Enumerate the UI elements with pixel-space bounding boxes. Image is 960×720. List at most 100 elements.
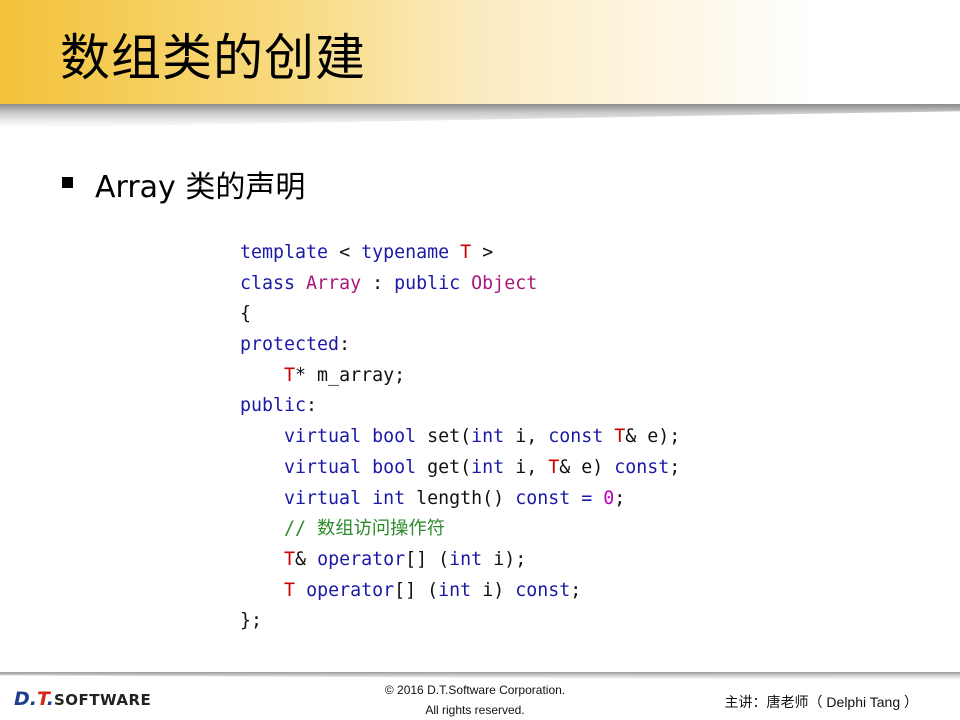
code-token: i); xyxy=(482,548,527,570)
code-line: virtual bool get(int i, T& e) const; xyxy=(240,453,680,484)
code-token: bool xyxy=(372,426,417,448)
code-token: ; xyxy=(614,487,626,509)
code-token: T xyxy=(284,364,296,386)
code-token: length() xyxy=(405,487,516,509)
code-token: : xyxy=(339,334,351,356)
code-token: T xyxy=(284,579,296,601)
code-token: virtual xyxy=(284,426,362,448)
code-token: & xyxy=(295,548,318,570)
code-token: operator xyxy=(306,579,395,601)
code-line: class Array : public Object xyxy=(240,269,680,300)
code-token: operator xyxy=(317,548,406,570)
copyright-notice: © 2016 D.T.Software Corporation. All rig… xyxy=(340,680,610,720)
code-line: template < typename T > xyxy=(240,238,680,269)
code-token: template xyxy=(240,242,329,263)
code-line: }; xyxy=(240,606,680,637)
code-token: ; xyxy=(669,456,681,478)
code-token: i, xyxy=(504,456,549,478)
code-token: const xyxy=(548,426,604,448)
code-token: Object xyxy=(471,272,538,294)
code-line: virtual bool set(int i, const T& e); xyxy=(240,422,680,453)
code-token: > xyxy=(471,242,494,263)
code-token: int xyxy=(471,456,505,478)
code-token: const xyxy=(515,579,571,601)
code-line: T* m_array; xyxy=(240,361,680,392)
code-token: protected xyxy=(240,334,340,356)
code-token: class xyxy=(240,272,296,294)
code-token: virtual xyxy=(284,487,362,509)
code-line: virtual int length() const = 0; xyxy=(240,484,680,515)
code-token: int xyxy=(438,579,472,601)
code-token: // 数组访问操作符 xyxy=(284,518,446,540)
code-token: int xyxy=(372,487,406,509)
slide-title: 数组类的创建 xyxy=(60,29,366,87)
code-line: { xyxy=(240,299,680,330)
code-line: protected: xyxy=(240,330,680,361)
code-token: i, xyxy=(504,426,549,448)
logo-software: SOFTWARE xyxy=(53,691,152,709)
code-line: public: xyxy=(240,391,680,422)
code-token: 0 xyxy=(603,487,615,509)
lecturer-credit: 主讲：唐老师（ Delphi Tang ） xyxy=(724,694,918,710)
logo-dot: . xyxy=(46,688,54,710)
code-token: { xyxy=(240,303,252,325)
code-token: T xyxy=(460,242,472,263)
code-token: [] ( xyxy=(405,548,450,570)
footer-divider xyxy=(0,672,960,680)
code-token: int xyxy=(449,548,483,570)
copyright-line-2: All rights reserved. xyxy=(425,703,525,717)
code-token: [] ( xyxy=(394,579,439,601)
code-token: : xyxy=(306,395,318,417)
code-token: }; xyxy=(240,610,263,632)
code-token: & e); xyxy=(625,426,681,448)
copyright-line-1: © 2016 D.T.Software Corporation. xyxy=(384,683,566,697)
code-token: set( xyxy=(416,426,472,448)
bullet-text: Array 类的声明 xyxy=(95,170,306,205)
code-token: get( xyxy=(416,456,472,478)
code-token: T xyxy=(614,426,626,448)
code-token: const xyxy=(614,456,670,478)
code-line: T& operator[] (int i); xyxy=(240,545,680,576)
code-token: public xyxy=(394,272,461,294)
code-token: virtual xyxy=(284,456,362,478)
code-token: public xyxy=(240,395,307,417)
logo-t: T xyxy=(37,688,47,710)
title-shadow xyxy=(0,104,960,128)
code-block: template < typename T > class Array : pub… xyxy=(240,238,680,637)
dt-software-logo: D.T.SOFTWARE xyxy=(14,688,151,710)
code-token: bool xyxy=(372,456,417,478)
code-token: * m_array; xyxy=(295,364,406,386)
code-token: = xyxy=(581,487,593,509)
code-token: & e) xyxy=(559,456,615,478)
code-token: < xyxy=(328,242,362,263)
code-token: ; xyxy=(570,579,582,601)
code-line: T operator[] (int i) const; xyxy=(240,576,680,607)
code-token: : xyxy=(361,272,395,294)
code-token: T xyxy=(548,456,560,478)
bullet-square-icon xyxy=(62,177,73,188)
code-token: const xyxy=(515,487,571,509)
code-token: typename xyxy=(361,242,450,263)
code-line: // 数组访问操作符 xyxy=(240,514,680,545)
code-token: int xyxy=(471,426,505,448)
code-token: T xyxy=(284,548,296,570)
code-token: Array xyxy=(306,272,362,294)
logo-prefix: D. xyxy=(14,688,37,710)
